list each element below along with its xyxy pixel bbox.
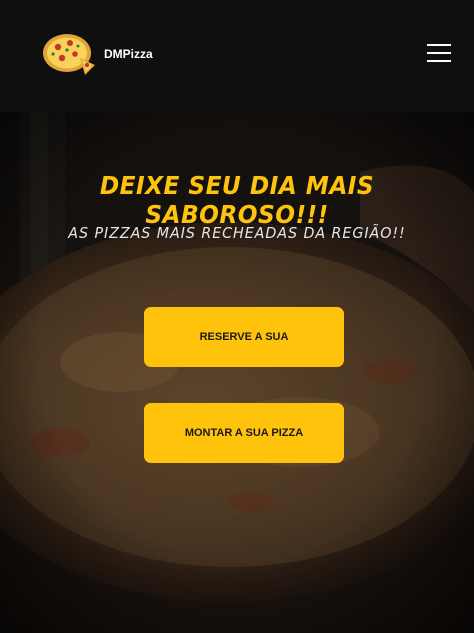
build-pizza-button[interactable]: Montar a sua pizza <box>144 403 344 463</box>
menu-bar <box>427 60 451 62</box>
menu-bar <box>427 44 451 46</box>
brand-name: DMPizza <box>104 47 153 61</box>
brand[interactable]: DMPizza <box>42 32 153 76</box>
hero-subline: As pizzas mais recheadas da região!! <box>68 224 406 242</box>
hero-headline: Deixe seu dia mais saboroso!!! <box>99 171 375 229</box>
menu-bar <box>427 52 451 54</box>
pizza-logo-icon <box>43 34 95 75</box>
navbar: DMPizza <box>0 0 474 112</box>
hamburger-menu-icon[interactable] <box>427 44 451 63</box>
reserve-button[interactable]: Reserve a sua <box>144 307 344 367</box>
